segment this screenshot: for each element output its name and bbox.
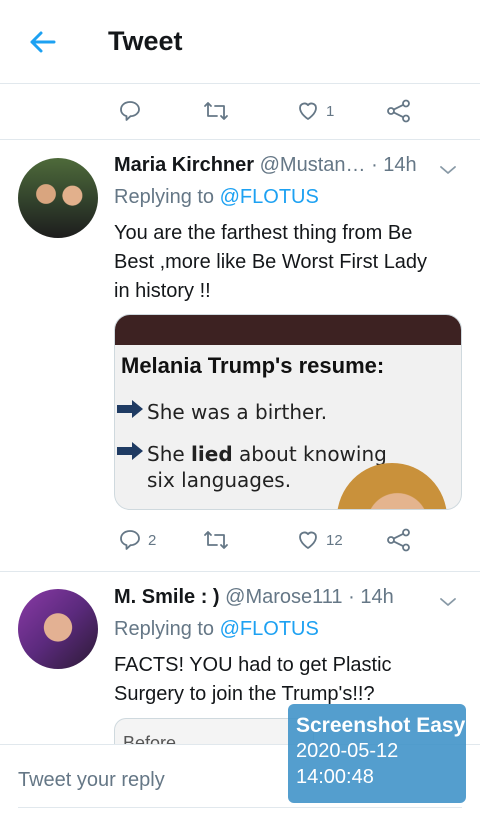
reply-input[interactable]: Tweet your reply xyxy=(18,769,165,792)
retweet-button[interactable] xyxy=(203,84,229,138)
retweet-icon xyxy=(204,531,228,549)
chevron-down-icon[interactable] xyxy=(438,592,458,612)
avatar[interactable] xyxy=(18,158,98,238)
media-image[interactable]: Melania Trump's resume: She was a birthe… xyxy=(114,314,462,510)
tweet-text: FACTS! YOU had to get Plastic Surgery to… xyxy=(114,651,462,709)
image-line: She was a birther. xyxy=(115,399,327,424)
author-handle[interactable]: @Marose111 xyxy=(225,586,342,608)
tweet-text-line: in history !! xyxy=(114,280,211,302)
like-button[interactable]: 12 xyxy=(296,513,343,567)
tweet-actions: 2 12 xyxy=(0,513,480,567)
like-count: 1 xyxy=(326,102,335,120)
author-name[interactable]: Maria Kirchner xyxy=(114,154,254,176)
top-app-bar: Tweet xyxy=(0,0,480,84)
like-button[interactable]: 1 xyxy=(296,84,334,138)
reply-button[interactable]: 2 xyxy=(118,513,156,567)
share-button[interactable] xyxy=(386,513,412,567)
arrow-right-icon xyxy=(117,400,143,418)
tweet-header: M. Smile : ) @Marose111 · 14h xyxy=(114,586,394,609)
replying-prefix: Replying to xyxy=(114,618,220,640)
replying-prefix: Replying to xyxy=(114,186,220,208)
timestamp: · 14h xyxy=(348,586,394,608)
retweet-button[interactable] xyxy=(203,513,229,567)
back-button[interactable] xyxy=(24,26,60,58)
timestamp: · 14h xyxy=(371,154,417,176)
author-handle[interactable]: @Mustan… xyxy=(260,154,366,176)
reply-icon xyxy=(120,530,140,550)
reply-count: 2 xyxy=(148,531,157,549)
watermark-time: 14:00:48 xyxy=(296,766,374,788)
tweet-text-line: Best ,more like Be Worst First Lady xyxy=(114,251,428,273)
like-icon xyxy=(299,102,317,120)
image-line: She lied about knowing xyxy=(115,441,387,466)
mention-link[interactable]: @FLOTUS xyxy=(220,618,319,640)
share-button[interactable] xyxy=(386,84,412,138)
like-count: 12 xyxy=(326,531,343,549)
chevron-down-icon[interactable] xyxy=(438,160,458,180)
reply-button[interactable] xyxy=(118,84,142,138)
tweet-text-line: FACTS! YOU had to get Plastic xyxy=(114,654,392,676)
parent-tweet-actions: 1 xyxy=(0,84,480,138)
arrow-right-icon xyxy=(117,442,143,460)
replying-to: Replying to @FLOTUS xyxy=(114,618,319,641)
divider xyxy=(0,571,480,572)
mention-link[interactable]: @FLOTUS xyxy=(220,186,319,208)
watermark-date: 2020-05-12 xyxy=(296,740,399,762)
tweet-text-line: You are the farthest thing from Be xyxy=(114,222,413,244)
screenshot-watermark: Screenshot Easy 2020-05-12 14:00:48 xyxy=(288,704,466,803)
image-line: six languages. xyxy=(147,468,292,492)
watermark-title: Screenshot Easy xyxy=(296,714,466,737)
image-band xyxy=(115,315,461,345)
author-name[interactable]: M. Smile : ) xyxy=(114,586,220,608)
page-title: Tweet xyxy=(108,26,183,56)
tweet-text: You are the farthest thing from Be Best … xyxy=(114,219,462,306)
reply-underline xyxy=(18,807,462,808)
like-icon xyxy=(299,531,317,549)
back-arrow-icon xyxy=(30,31,56,53)
reply-icon xyxy=(120,101,140,121)
share-icon xyxy=(387,528,410,552)
image-portrait xyxy=(337,463,447,509)
share-icon xyxy=(387,99,410,123)
tweet-header: Maria Kirchner @Mustan… · 14h xyxy=(114,154,417,177)
replying-to: Replying to @FLOTUS xyxy=(114,186,319,209)
avatar[interactable] xyxy=(18,589,98,669)
retweet-icon xyxy=(204,102,228,120)
image-heading: Melania Trump's resume: xyxy=(121,353,385,378)
divider xyxy=(0,139,480,140)
